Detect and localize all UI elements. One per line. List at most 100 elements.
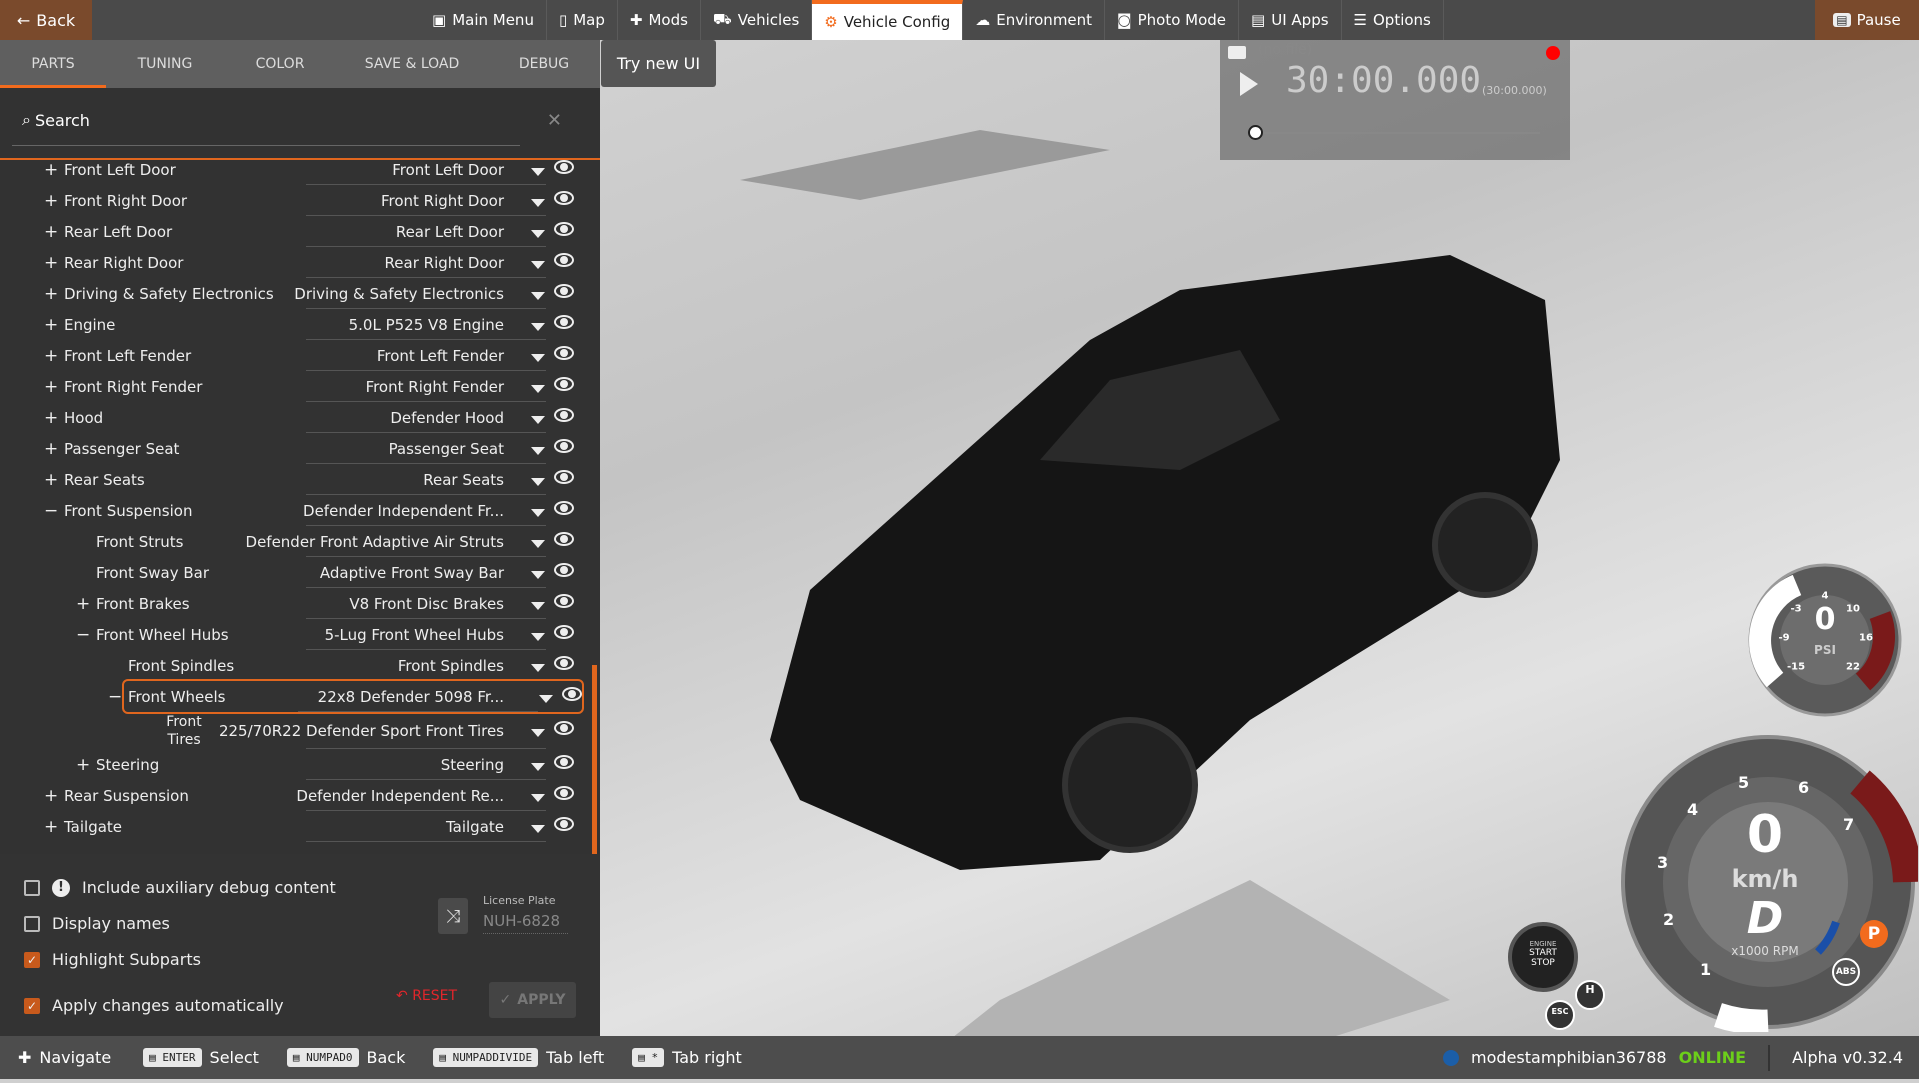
record-icon[interactable] [1546,46,1560,60]
chevron-down-icon[interactable] [531,291,545,300]
aux-debug-option[interactable]: ! Include auxiliary debug content [24,878,336,897]
replay-slider[interactable] [1250,132,1540,134]
chevron-down-icon[interactable] [531,322,545,331]
tab-save-load[interactable]: SAVE & LOAD [336,40,488,88]
chevron-down-icon[interactable] [531,824,545,833]
part-select[interactable]: 22x8 Defender 5098 Fr... [318,688,504,706]
expand-icon[interactable]: + [44,315,58,335]
eye-icon[interactable] [554,314,574,329]
part-select[interactable]: 5.0L P525 V8 Engine [349,316,504,334]
expand-icon[interactable]: + [76,755,90,775]
collapse-icon[interactable]: − [76,625,90,645]
part-select[interactable]: Front Right Door [381,192,504,210]
part-row[interactable]: Front Tires 225/70R22 Defender Sport Fron… [0,712,590,749]
expand-icon[interactable]: + [44,786,58,806]
eye-icon[interactable] [554,221,574,236]
part-row[interactable]: Front Spindles Front Spindles [0,650,590,681]
chevron-down-icon[interactable] [539,694,553,703]
eye-icon[interactable] [562,686,582,701]
eye-icon[interactable] [554,376,574,391]
chevron-down-icon[interactable] [531,632,545,641]
back-button[interactable]: ← Back [0,0,92,40]
hill-descent-button[interactable]: H [1575,980,1605,1010]
part-select[interactable]: Steering [441,756,504,774]
license-plate-input[interactable]: NUH-6828 [483,912,568,934]
part-select[interactable]: V8 Front Disc Brakes [349,595,504,613]
expand-icon[interactable]: + [44,253,58,273]
chevron-down-icon[interactable] [531,229,545,238]
part-row[interactable]: − Front Wheel Hubs 5-Lug Front Wheel Hubs [0,619,590,650]
part-row[interactable]: + Driving & Safety Electronics Driving & S… [0,278,590,309]
part-row[interactable]: + Rear Right Door Rear Right Door [0,247,590,278]
pause-button[interactable]: ▤ Pause [1815,0,1919,40]
clear-search-icon[interactable]: ✕ [547,110,562,131]
try-new-ui-button[interactable]: Try new UI [601,40,716,87]
part-select[interactable]: Rear Right Door [385,254,504,272]
engine-start-stop-button[interactable]: ENGINE START STOP [1508,922,1578,992]
part-row[interactable]: + Rear Seats Rear Seats [0,464,590,495]
collapse-icon[interactable]: − [108,687,122,707]
highlight-subparts-checkbox[interactable]: ✓ [24,951,40,968]
expand-icon[interactable]: + [44,817,58,837]
eye-icon[interactable] [554,624,574,639]
part-row[interactable]: − Front Suspension Defender Independent Fr… [0,495,590,526]
eye-icon[interactable] [554,816,574,831]
expand-icon[interactable]: + [44,160,58,180]
display-names-checkbox[interactable] [24,915,40,932]
nav-vehicle-config[interactable]: ⚙ Vehicle Config [812,0,964,40]
chevron-down-icon[interactable] [531,663,545,672]
display-names-option[interactable]: Display names [24,914,170,933]
chevron-down-icon[interactable] [531,353,545,362]
eye-icon[interactable] [554,500,574,515]
apply-auto-option[interactable]: ✓ Apply changes automatically [24,996,284,1015]
part-select[interactable]: Front Right Fender [366,378,504,396]
part-select[interactable]: 5-Lug Front Wheel Hubs [325,626,504,644]
chevron-down-icon[interactable] [531,570,545,579]
nav-main-menu[interactable]: ▣ Main Menu [420,0,547,40]
eye-icon[interactable] [554,160,574,174]
expand-icon[interactable]: + [76,594,90,614]
chevron-down-icon[interactable] [531,384,545,393]
eye-icon[interactable] [554,469,574,484]
part-select[interactable]: Defender Front Adaptive Air Struts [246,533,504,551]
eye-icon[interactable] [554,252,574,267]
randomize-plate-button[interactable]: ⤨ [438,898,468,934]
highlight-subparts-option[interactable]: ✓ Highlight Subparts [24,950,201,969]
apply-button[interactable]: ✓ APPLY [489,982,576,1018]
chevron-down-icon[interactable] [531,601,545,610]
nav-map[interactable]: ▯ Map [547,0,618,40]
tab-tuning[interactable]: TUNING [106,40,224,88]
chevron-down-icon[interactable] [531,260,545,269]
nav-options[interactable]: ☰ Options [1342,0,1444,40]
nav-environment[interactable]: ☁ Environment [963,0,1106,40]
part-select[interactable]: Front Spindles [398,657,504,675]
part-row[interactable]: Front Sway Bar Adaptive Front Sway Bar [0,557,590,588]
expand-icon[interactable]: + [44,377,58,397]
expand-icon[interactable]: + [44,222,58,242]
chevron-down-icon[interactable] [531,508,545,517]
expand-icon[interactable]: + [44,439,58,459]
search-bar[interactable]: ⌕ Search ✕ [0,88,600,160]
eye-icon[interactable] [554,438,574,453]
chevron-down-icon[interactable] [531,167,545,176]
eye-icon[interactable] [554,345,574,360]
part-select[interactable]: Front Left Fender [377,347,504,365]
apply-auto-checkbox[interactable]: ✓ [24,997,40,1014]
folder-icon[interactable] [1228,46,1246,59]
eye-icon[interactable] [554,754,574,769]
part-row[interactable]: + Front Left Door Front Left Door [0,160,590,185]
eye-icon[interactable] [554,562,574,577]
part-select[interactable]: Defender Independent Re... [296,787,504,805]
part-row[interactable]: + Front Right Fender Front Right Fender [0,371,590,402]
eye-icon[interactable] [554,531,574,546]
eye-icon[interactable] [554,593,574,608]
eye-icon[interactable] [554,283,574,298]
chevron-down-icon[interactable] [531,762,545,771]
aux-debug-checkbox[interactable] [24,879,40,896]
part-row[interactable]: + Tailgate Tailgate [0,811,590,842]
eye-icon[interactable] [554,785,574,800]
chevron-down-icon[interactable] [531,477,545,486]
part-select[interactable]: 225/70R22 Defender Sport Front Tires [219,722,504,740]
tab-parts[interactable]: PARTS [0,40,106,88]
tab-color[interactable]: COLOR [224,40,336,88]
